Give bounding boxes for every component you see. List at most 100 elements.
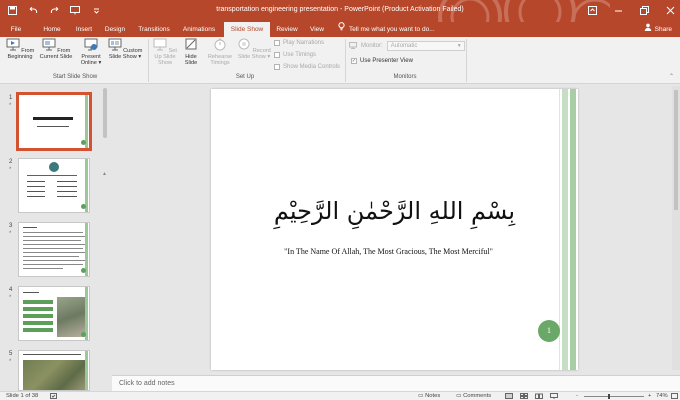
ribbon-separator (148, 39, 149, 82)
thumb-number: 1 (9, 95, 13, 101)
present-online-button[interactable]: Present Online ▾ (78, 38, 104, 67)
slide-scrollbar[interactable] (672, 86, 680, 370)
thumb-text-line (57, 196, 77, 197)
tab-insert[interactable]: Insert (70, 22, 98, 37)
tab-home[interactable]: Home (36, 22, 68, 37)
tab-animations[interactable]: Animations (178, 22, 220, 37)
slide-canvas[interactable]: بِسْمِ اللهِ الرَّحْمٰنِ الرَّحِيْمِ "In… (211, 89, 578, 370)
slide-sorter-icon[interactable] (520, 393, 528, 400)
notes-placeholder: Click to add notes (119, 380, 175, 387)
tell-me-search[interactable]: Tell me what you want to do... (338, 22, 435, 37)
ribbon-options-icon[interactable] (586, 3, 598, 17)
thumb-list-bar (23, 328, 53, 332)
thumb-title-line (23, 227, 37, 228)
ribbon-separator (466, 39, 467, 82)
fit-slide-icon[interactable] (671, 393, 678, 400)
rehearse-timings-button[interactable]: Rehearse Timings (204, 38, 236, 67)
from-beginning-icon (6, 38, 20, 51)
reading-view-icon[interactable] (535, 393, 543, 400)
share-button[interactable]: Share (644, 22, 672, 37)
restore-icon[interactable] (638, 3, 650, 17)
use-presenter-view-checkbox[interactable]: ✓ Use Presenter View (351, 58, 413, 64)
custom-slide-show-dropdown-arrow: ▾ (138, 54, 142, 61)
zoom-in-button[interactable]: + (648, 393, 651, 400)
hide-slide-label: Hide Slide (184, 54, 198, 67)
thumbnail-scrollbar[interactable] (103, 88, 107, 138)
thumb-list-bar (23, 314, 53, 318)
lightbulb-icon (338, 22, 345, 37)
start-slide-show-group-label: Start Slide Show (52, 74, 98, 80)
thumb-number-dot (81, 268, 86, 273)
slide-thumbnail-4[interactable] (18, 286, 90, 341)
title-bar: transportation engineering presentation … (0, 0, 680, 22)
comments-label: Comments (463, 393, 492, 399)
window-title: transportation engineering presentation … (216, 6, 464, 13)
use-presenter-view-box: ✓ (351, 57, 357, 64)
spell-check-icon[interactable] (50, 393, 57, 400)
normal-view-icon[interactable] (505, 393, 513, 400)
bismillah-text[interactable]: بِسْمِ اللهِ الرَّحْمٰنِ الرَّحِيْمِ (231, 197, 558, 225)
slide-show-icon[interactable] (550, 393, 558, 400)
tab-view[interactable]: View (304, 22, 330, 37)
tab-file[interactable]: File (4, 22, 28, 37)
thumb-text-line (27, 181, 45, 182)
custom-slide-show-icon (108, 38, 122, 51)
from-current-slide-button[interactable]: From Current Slide (38, 38, 74, 60)
scroll-up-icon[interactable]: ▲ (102, 171, 107, 177)
from-current-slide-icon (42, 38, 56, 51)
set-up-slide-show-icon (153, 38, 167, 51)
slide-thumbnail-1[interactable] (16, 92, 92, 151)
close-icon[interactable] (664, 3, 676, 17)
tab-transitions[interactable]: Transitions (134, 22, 174, 37)
show-media-controls-checkbox[interactable]: Show Media Controls (274, 64, 340, 70)
tab-design[interactable]: Design (100, 22, 130, 37)
play-narrations-checkbox[interactable]: Play Narrations (274, 40, 324, 46)
zoom-out-button[interactable]: - (576, 393, 578, 400)
minimize-icon[interactable] (612, 3, 624, 17)
thumb-number: 3 (9, 223, 13, 229)
thumb-text-line (23, 264, 83, 265)
slide-thumbnail-2[interactable] (18, 158, 90, 213)
custom-slide-show-button[interactable]: Custom Slide Show ▾ (106, 38, 144, 60)
thumb-number: 5 (9, 351, 13, 357)
zoom-level[interactable]: 74% (656, 393, 668, 400)
record-slide-show-button[interactable]: Record Slide Show ▾ (236, 38, 272, 60)
stopwatch-icon (214, 38, 226, 51)
slide-scrollbar-thumb[interactable] (674, 90, 678, 210)
tab-slide-show[interactable]: Slide Show (224, 22, 270, 37)
aerial-map-photo (23, 360, 85, 390)
zoom-slider[interactable] (584, 396, 644, 397)
set-up-group-label: Set Up (235, 74, 255, 80)
present-online-dropdown-arrow: ▾ (98, 60, 102, 67)
monitor-select[interactable]: Automatic ▼ (386, 41, 465, 51)
comments-toggle[interactable]: ▭ Comments (456, 393, 491, 400)
collapse-ribbon-icon[interactable]: ⌃ (669, 73, 674, 80)
monitor-select-value: Automatic (390, 43, 418, 49)
road-photo (57, 297, 85, 337)
slide-counter: Slide 1 of 38 (6, 393, 39, 399)
slide-thumbnail-5[interactable] (18, 350, 90, 391)
thumb-number: 2 (9, 159, 13, 165)
zoom-slider-handle[interactable] (608, 394, 610, 399)
thumb-star: * (9, 103, 12, 109)
notes-pane[interactable]: Click to add notes (112, 375, 680, 391)
ribbon-separator (345, 39, 346, 82)
thumb-text-line (37, 126, 69, 127)
use-timings-checkbox[interactable]: Use Timings (274, 52, 316, 58)
set-up-slide-show-button[interactable]: Set Up Slide Show (152, 38, 178, 67)
notes-label: Notes (425, 393, 441, 399)
thumb-text-line (23, 256, 79, 257)
slide-subtitle[interactable]: "In The Name Of Allah, The Most Gracious… (211, 247, 566, 256)
notes-toggle[interactable]: ▭ Notes (418, 393, 440, 400)
slide-thumbnail-3[interactable] (18, 222, 90, 277)
ribbon-tabs: File Home Insert Design Transitions Anim… (0, 22, 680, 37)
slide-accent-bar (562, 89, 568, 370)
thumb-title-line (23, 292, 39, 293)
from-beginning-button[interactable]: From Beginning (4, 38, 36, 60)
powerpoint-window: transportation engineering presentation … (0, 0, 680, 400)
hide-slide-button[interactable]: Hide Slide (180, 38, 202, 67)
tell-me-label: Tell me what you want to do... (349, 26, 435, 33)
tab-review[interactable]: Review (272, 22, 302, 37)
notes-icon: ▭ (418, 393, 424, 399)
use-presenter-view-label: Use Presenter View (360, 58, 413, 64)
